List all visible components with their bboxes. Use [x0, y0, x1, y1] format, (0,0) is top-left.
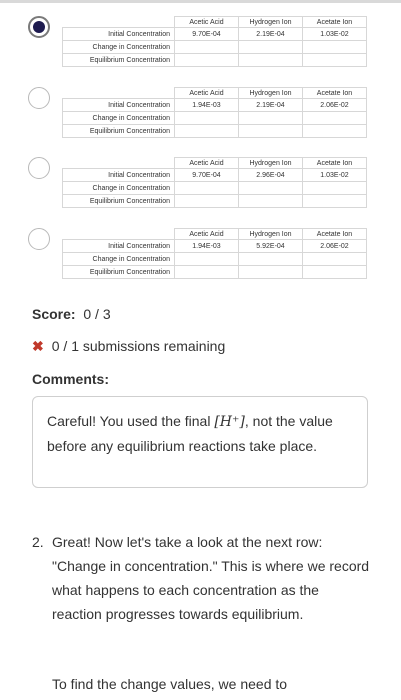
cell-value: 2.19E-04	[238, 98, 303, 112]
empty-cell	[302, 111, 367, 125]
cell-value: 2.06E-02	[302, 239, 367, 253]
empty-cell	[302, 53, 367, 67]
cell-value: 2.96E-04	[238, 168, 303, 182]
submissions-status: ✖ 0 / 1 submissions remaining	[32, 338, 225, 355]
step-text: Great! Now let's take a look at the next…	[52, 534, 370, 622]
column-header: Hydrogen Ion	[238, 87, 303, 99]
empty-cell	[238, 181, 303, 195]
empty-cell	[238, 40, 303, 54]
cell-value: 1.03E-02	[302, 168, 367, 182]
comments-heading: Comments:	[32, 371, 110, 387]
empty-cell	[302, 252, 367, 266]
x-icon: ✖	[32, 338, 44, 354]
empty-cell	[302, 194, 367, 208]
row-label-initial: Initial Concentration	[62, 168, 175, 182]
cell-value: 1.94E-03	[174, 98, 239, 112]
radio-button[interactable]	[28, 87, 50, 109]
step-number: 2.	[32, 534, 44, 550]
concentration-table: Acetic Acid Hydrogen Ion Acetate Ion Initia…	[62, 16, 367, 67]
cell-value: 5.92E-04	[238, 239, 303, 253]
empty-cell	[238, 53, 303, 67]
concentration-table: Acetic Acid Hydrogen Ion Acetate Ion Initia…	[62, 87, 367, 138]
column-header: Acetic Acid	[174, 157, 239, 169]
cell-value: 1.94E-03	[174, 239, 239, 253]
cell-value: 9.70E-04	[174, 168, 239, 182]
row-label-initial: Initial Concentration	[62, 98, 175, 112]
row-label-initial: Initial Concentration	[62, 27, 175, 41]
empty-cell	[174, 40, 239, 54]
radio-button[interactable]	[28, 157, 50, 179]
concentration-table: Acetic Acid Hydrogen Ion Acetate Ion Initia…	[62, 157, 367, 208]
column-header: Hydrogen Ion	[238, 157, 303, 169]
cell-value: 2.19E-04	[238, 27, 303, 41]
step-next-text: To find the change values, we need to	[52, 676, 288, 692]
row-label-equilibrium: Equilibrium Concentration	[62, 53, 175, 67]
empty-cell	[302, 40, 367, 54]
row-label-change: Change in Concentration	[62, 111, 175, 125]
column-header: Acetic Acid	[174, 228, 239, 240]
column-header: Acetate Ion	[302, 16, 367, 28]
empty-cell	[174, 194, 239, 208]
empty-cell	[174, 111, 239, 125]
score-label: Score:	[32, 306, 76, 322]
cell-value: 1.03E-02	[302, 27, 367, 41]
submissions-text: 0 / 1 submissions remaining	[51, 338, 226, 354]
column-header: Acetate Ion	[302, 157, 367, 169]
step-2: 2. Great! Now let's take a look at the n…	[32, 530, 372, 626]
comment-box: Careful! You used the final [H⁺], not th…	[32, 396, 368, 488]
empty-cell	[302, 124, 367, 138]
row-label-equilibrium: Equilibrium Concentration	[62, 124, 175, 138]
row-label-initial: Initial Concentration	[62, 239, 175, 253]
comment-text-before: Careful! You used the final	[47, 413, 215, 429]
radio-button[interactable]	[28, 228, 50, 250]
row-label-equilibrium: Equilibrium Concentration	[62, 265, 175, 279]
empty-cell	[174, 53, 239, 67]
column-header: Acetic Acid	[174, 16, 239, 28]
column-header: Hydrogen Ion	[238, 228, 303, 240]
empty-cell	[174, 252, 239, 266]
empty-cell	[238, 194, 303, 208]
cell-value: 2.06E-02	[302, 98, 367, 112]
empty-cell	[302, 181, 367, 195]
empty-cell	[238, 252, 303, 266]
row-label-equilibrium: Equilibrium Concentration	[62, 194, 175, 208]
row-label-change: Change in Concentration	[62, 181, 175, 195]
column-header: Acetate Ion	[302, 228, 367, 240]
empty-cell	[174, 124, 239, 138]
row-label-change: Change in Concentration	[62, 252, 175, 266]
row-label-change: Change in Concentration	[62, 40, 175, 54]
column-header: Acetate Ion	[302, 87, 367, 99]
column-header: Acetic Acid	[174, 87, 239, 99]
top-divider	[0, 0, 401, 3]
hydrogen-ion-formula: [H⁺]	[214, 414, 245, 430]
cell-value: 9.70E-04	[174, 27, 239, 41]
column-header: Hydrogen Ion	[238, 16, 303, 28]
empty-cell	[238, 124, 303, 138]
radio-button[interactable]	[28, 16, 50, 38]
score-value: 0 / 3	[83, 306, 111, 322]
empty-cell	[238, 111, 303, 125]
empty-cell	[174, 181, 239, 195]
score: Score: 0 / 3	[32, 306, 111, 322]
empty-cell	[174, 265, 239, 279]
empty-cell	[238, 265, 303, 279]
empty-cell	[302, 265, 367, 279]
concentration-table: Acetic Acid Hydrogen Ion Acetate Ion Initia…	[62, 228, 367, 279]
